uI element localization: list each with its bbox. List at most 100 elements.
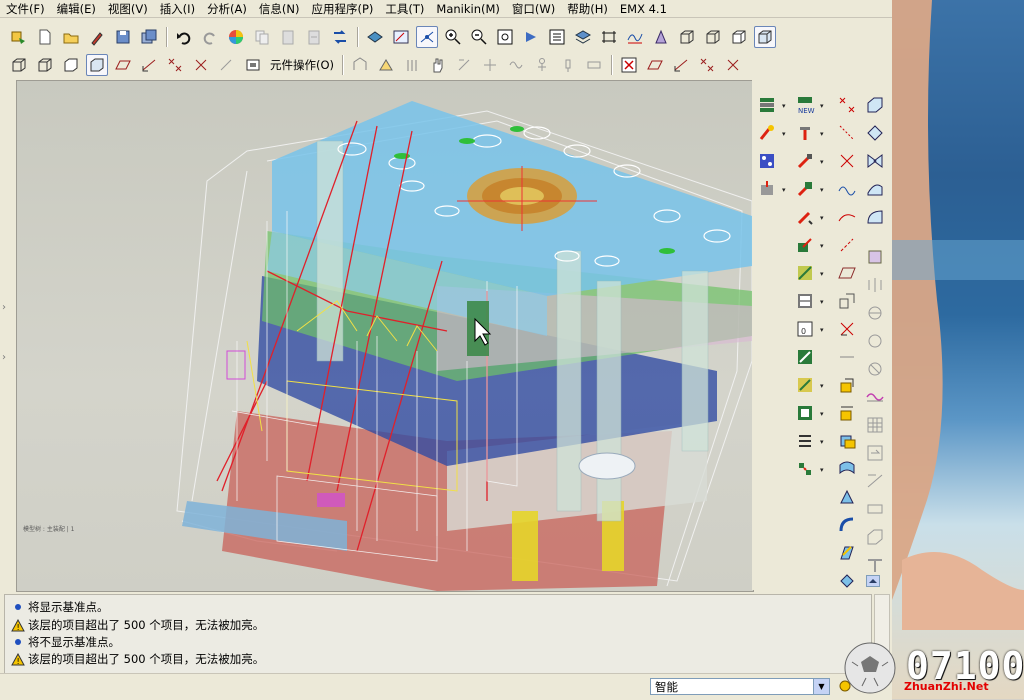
dropdown-arrow-icon[interactable]: ▾ bbox=[782, 131, 788, 138]
analysis-tool[interactable] bbox=[836, 346, 858, 368]
mold-base-button[interactable] bbox=[756, 94, 778, 116]
datum-plane-tool[interactable] bbox=[836, 262, 858, 284]
no-hidden-button[interactable] bbox=[728, 26, 750, 48]
datum-point-offset-tool[interactable] bbox=[836, 122, 858, 144]
csys-tool[interactable] bbox=[836, 318, 858, 340]
bom-button[interactable] bbox=[794, 430, 816, 452]
dropdown-arrow-icon[interactable]: ▾ bbox=[820, 103, 826, 110]
sketch-button[interactable] bbox=[390, 26, 412, 48]
menu-applications[interactable]: 应用程序(P) bbox=[305, 1, 379, 17]
clamp-button[interactable]: 0 bbox=[794, 318, 816, 340]
mold-tool-1[interactable] bbox=[349, 54, 371, 76]
paste-special-button[interactable] bbox=[303, 26, 325, 48]
mirror-tool[interactable] bbox=[864, 274, 886, 296]
ejector-pin-button[interactable] bbox=[756, 122, 778, 144]
hand-tool[interactable] bbox=[427, 54, 449, 76]
scroll-up-button[interactable] bbox=[856, 570, 890, 592]
wireframe-button[interactable] bbox=[676, 26, 698, 48]
datum-point-tool[interactable] bbox=[836, 94, 858, 116]
dropdown-arrow-icon[interactable]: ▾ bbox=[782, 187, 788, 194]
menu-insert[interactable]: 插入(I) bbox=[154, 1, 201, 17]
merge-tool[interactable] bbox=[864, 150, 886, 172]
new-component-button[interactable]: NEW bbox=[794, 94, 816, 116]
refit-button[interactable] bbox=[494, 26, 516, 48]
screw-button[interactable] bbox=[794, 122, 816, 144]
dropdown-arrow-icon[interactable]: ▾ bbox=[820, 299, 826, 306]
drawing-button[interactable] bbox=[794, 458, 816, 480]
new-component-button[interactable] bbox=[8, 26, 30, 48]
round-tool[interactable] bbox=[836, 570, 858, 592]
csys-toggle[interactable] bbox=[190, 54, 212, 76]
dropdown-arrow-icon[interactable]: ▾ bbox=[820, 215, 826, 222]
save-button[interactable] bbox=[112, 26, 134, 48]
mold-tool-3[interactable] bbox=[401, 54, 423, 76]
shading-button[interactable] bbox=[754, 26, 776, 48]
view-wire-button[interactable] bbox=[8, 54, 30, 76]
open-button[interactable] bbox=[60, 26, 82, 48]
dropdown-arrow-icon[interactable]: ▾ bbox=[820, 467, 826, 474]
mold-tool-9[interactable] bbox=[557, 54, 579, 76]
plate-button[interactable] bbox=[794, 290, 816, 312]
view-hidden-button[interactable] bbox=[34, 54, 56, 76]
view-shade-button[interactable] bbox=[86, 54, 108, 76]
menu-manikin[interactable]: Manikin(M) bbox=[430, 2, 506, 16]
edit-button[interactable] bbox=[86, 26, 108, 48]
pattern-tool[interactable] bbox=[864, 246, 886, 268]
dropdown-arrow-icon[interactable]: ▾ bbox=[782, 103, 788, 110]
spin-center-button[interactable] bbox=[416, 26, 438, 48]
paste-button[interactable] bbox=[277, 26, 299, 48]
insert-button[interactable] bbox=[794, 234, 816, 256]
solidify-tool[interactable] bbox=[864, 526, 886, 548]
rib-tool[interactable] bbox=[836, 514, 858, 536]
datum-planes-button[interactable] bbox=[598, 26, 620, 48]
trim-tool[interactable] bbox=[864, 330, 886, 352]
mold-tool-6[interactable] bbox=[479, 54, 501, 76]
dropdown-arrow-icon[interactable]: ▾ bbox=[820, 439, 826, 446]
save-copy-button[interactable] bbox=[138, 26, 160, 48]
menu-info[interactable]: 信息(N) bbox=[253, 1, 306, 17]
regenerate-button[interactable] bbox=[329, 26, 351, 48]
dropdown-arrow-icon[interactable]: ▾ bbox=[820, 187, 826, 194]
view-manager-button[interactable] bbox=[364, 26, 386, 48]
thicken-tool[interactable] bbox=[864, 498, 886, 520]
appearance-button[interactable] bbox=[225, 26, 247, 48]
slider-button[interactable] bbox=[794, 178, 816, 200]
dropdown-arrow-icon[interactable]: ▾ bbox=[820, 411, 826, 418]
mold-tool-8[interactable] bbox=[531, 54, 553, 76]
curve-tool[interactable] bbox=[836, 178, 858, 200]
datum-plane-button[interactable] bbox=[644, 54, 666, 76]
zoom-in-button[interactable] bbox=[442, 26, 464, 48]
dropdown-arrow-icon[interactable]: ▾ bbox=[820, 327, 826, 334]
datum-axis-button[interactable] bbox=[670, 54, 692, 76]
offset-tool[interactable] bbox=[864, 178, 886, 200]
menu-help[interactable]: 帮助(H) bbox=[561, 1, 614, 17]
revolve-tool[interactable] bbox=[836, 402, 858, 424]
component-ops-label[interactable]: 元件操作(O) bbox=[266, 57, 338, 73]
graphics-viewport[interactable]: 模型树 : 主装配 | 1 bbox=[16, 80, 754, 592]
collapse-left-arrow-icon[interactable]: › bbox=[2, 302, 12, 316]
redo-button[interactable] bbox=[199, 26, 221, 48]
sweep-tool[interactable] bbox=[836, 458, 858, 480]
extrude-tool[interactable] bbox=[836, 374, 858, 396]
hole-tool[interactable] bbox=[864, 94, 886, 116]
mold-tool-10[interactable] bbox=[583, 54, 605, 76]
menu-analysis[interactable]: 分析(A) bbox=[201, 1, 253, 17]
fill-tool[interactable] bbox=[864, 206, 886, 228]
draft-tool[interactable] bbox=[836, 542, 858, 564]
datum-axes-button[interactable] bbox=[624, 26, 646, 48]
shell-tool[interactable] bbox=[836, 486, 858, 508]
hidden-line-button[interactable] bbox=[702, 26, 724, 48]
sprue-button[interactable] bbox=[756, 178, 778, 200]
cut-tool[interactable] bbox=[864, 122, 886, 144]
dropdown-arrow-icon[interactable]: ▾ bbox=[820, 383, 826, 390]
pin-edit-button[interactable] bbox=[794, 150, 816, 172]
lifter-button[interactable] bbox=[794, 206, 816, 228]
move-tool[interactable] bbox=[864, 442, 886, 464]
layers-button[interactable] bbox=[572, 26, 594, 48]
wave-tool[interactable] bbox=[864, 386, 886, 408]
datum-axis-toggle[interactable] bbox=[138, 54, 160, 76]
menu-emx[interactable]: EMX 4.1 bbox=[614, 2, 673, 16]
copy-button[interactable] bbox=[251, 26, 273, 48]
spring-button[interactable] bbox=[794, 374, 816, 396]
selection-filter-select[interactable]: 智能 ▼ bbox=[650, 678, 830, 695]
